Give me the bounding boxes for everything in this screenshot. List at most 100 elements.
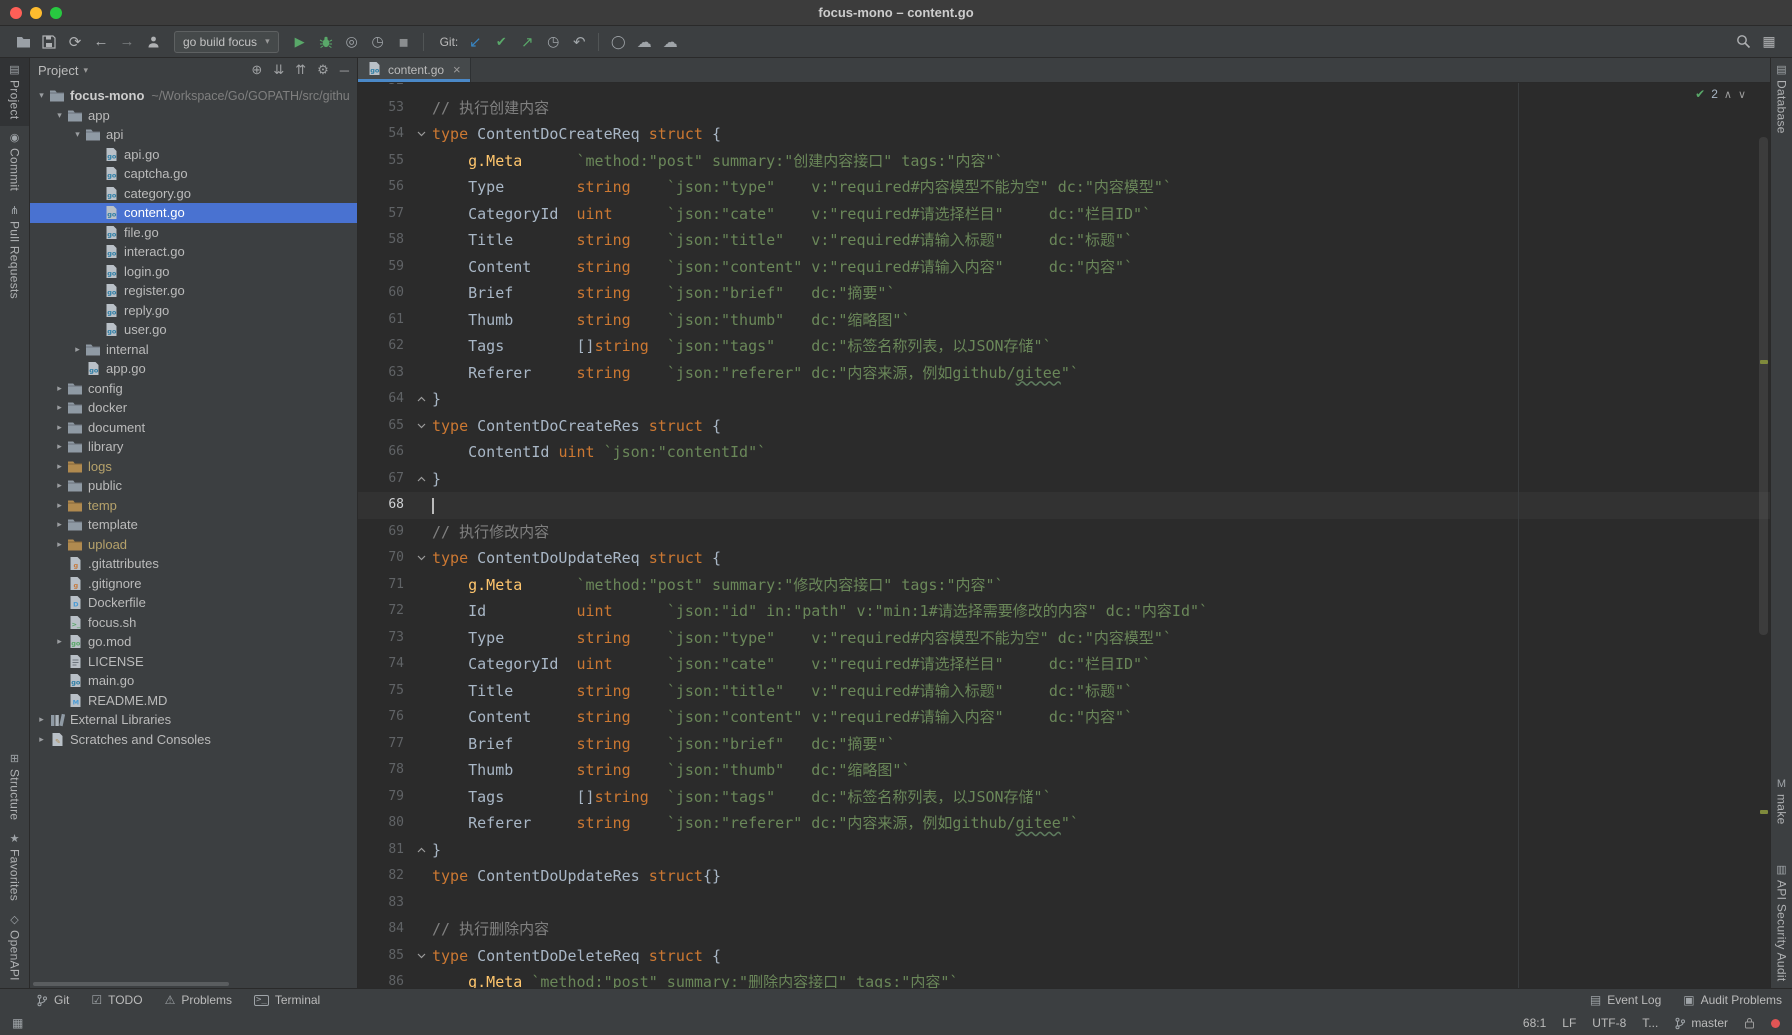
git-rollback-icon[interactable]: ↶ [566,30,592,54]
toolwindow-event-log[interactable]: ▤Event Log [1590,993,1661,1007]
code-line-61[interactable]: 61 Thumb string `json:"thumb" dc:"缩略图"` [358,307,1770,334]
toolwindow-openapi[interactable]: ◇OpenAPI [0,908,29,988]
git-history-icon[interactable]: ◷ [540,30,566,54]
line-number[interactable]: 83 [358,890,410,917]
line-number[interactable]: 74 [358,651,410,678]
tree-item-internal[interactable]: ▸internal [30,340,357,360]
line-number[interactable]: 59 [358,254,410,281]
line-number[interactable]: 57 [358,201,410,228]
tree-item-dockerfile[interactable]: DDockerfile [30,593,357,613]
tree-item-document[interactable]: ▸document [30,418,357,438]
tree-item-file-go[interactable]: gofile.go [30,223,357,243]
chevron-collapsed-icon[interactable]: ▸ [52,500,67,511]
line-number[interactable]: 69 [358,519,410,546]
fold-marker-icon[interactable] [410,121,432,148]
toolwindow-audit-problems[interactable]: ▣Audit Problems [1683,993,1782,1007]
write-access-icon[interactable] [1744,1017,1755,1029]
fold-marker-icon[interactable] [410,386,432,413]
tree-item-captcha-go[interactable]: gocaptcha.go [30,164,357,184]
code-line-82[interactable]: 82type ContentDoUpdateRes struct{} [358,863,1770,890]
line-number[interactable]: 71 [358,572,410,599]
hide-panel-icon[interactable]: ─ [340,63,349,78]
tree-item-focus-mono[interactable]: ▾focus-mono~/Workspace/Go/GOPATH/src/git… [30,86,357,106]
toolwindow-todo[interactable]: ☑TODO [91,993,142,1007]
code-line-54[interactable]: 54type ContentDoCreateReq struct { [358,121,1770,148]
tree-item-interact-go[interactable]: gointeract.go [30,242,357,262]
fold-marker-icon[interactable] [410,466,432,493]
line-number[interactable]: 67 [358,466,410,493]
line-number[interactable]: 56 [358,174,410,201]
toolwindow-structure[interactable]: ⊞Structure [0,747,29,827]
tree-item-docker[interactable]: ▸docker [30,398,357,418]
tree-item-app-go[interactable]: goapp.go [30,359,357,379]
toolwindow-make[interactable]: Mmake [1771,772,1792,832]
previous-problem-icon[interactable]: ∧ [1724,88,1732,101]
project-view-selector[interactable]: Project [38,63,78,78]
stop-button[interactable]: ◼ [391,30,417,54]
toolwindow-problems[interactable]: ⚠Problems [165,993,232,1007]
tree-item-user-go[interactable]: gouser.go [30,320,357,340]
toolwindow-terminal[interactable]: >_Terminal [254,993,320,1007]
line-number[interactable]: 52 [358,83,410,95]
code-line-58[interactable]: 58 Title string `json:"title" v:"require… [358,227,1770,254]
chevron-expanded-icon[interactable]: ▾ [70,129,85,140]
chevron-collapsed-icon[interactable]: ▸ [70,344,85,355]
profiler-button[interactable]: ◷ [365,30,391,54]
fold-marker-icon[interactable] [410,413,432,440]
code-line-68[interactable]: 68 [358,492,1770,519]
toolwindow-project[interactable]: ▤Project [0,58,29,126]
code-line-81[interactable]: 81} [358,837,1770,864]
project-tree-scrollbar[interactable] [33,982,229,986]
cwm-icon[interactable]: ◯ [605,30,631,54]
fold-marker-icon[interactable] [410,545,432,572]
cloud-upload-icon[interactable]: ☁ [657,30,683,54]
line-number[interactable]: 62 [358,333,410,360]
line-number[interactable]: 81 [358,837,410,864]
collapse-all-icon[interactable]: ⇈ [295,62,306,78]
toolwindow-commit[interactable]: ◉Commit [0,126,29,198]
tree-item-reply-go[interactable]: goreply.go [30,301,357,321]
code-line-80[interactable]: 80 Referer string `json:"referer" dc:"内容… [358,810,1770,837]
code-line-59[interactable]: 59 Content string `json:"content" v:"req… [358,254,1770,281]
code-line-71[interactable]: 71 g.Meta `method:"post" summary:"修改内容接口… [358,572,1770,599]
toolwindow-switcher-icon[interactable]: ▦ [12,1016,23,1030]
toolwindow-favorites[interactable]: ★Favorites [0,827,29,908]
code-line-69[interactable]: 69// 执行修改内容 [358,519,1770,546]
tree-item-go-mod[interactable]: ▸gogo.mod [30,632,357,652]
run-configuration-select[interactable]: go build focus ▾ [174,31,279,53]
synchronize-icon[interactable]: ⟳ [62,30,88,54]
layout-icon[interactable]: ▦ [1756,30,1782,54]
git-commit-icon[interactable]: ✔ [488,30,514,54]
code-line-72[interactable]: 72 Id uint `json:"id" in:"path" v:"min:1… [358,598,1770,625]
chevron-collapsed-icon[interactable]: ▸ [52,383,67,394]
line-number[interactable]: 75 [358,678,410,705]
line-number[interactable]: 78 [358,757,410,784]
code-line-77[interactable]: 77 Brief string `json:"brief" dc:"摘要"` [358,731,1770,758]
chevron-collapsed-icon[interactable]: ▸ [34,714,49,725]
line-number[interactable]: 85 [358,943,410,970]
tree-item-public[interactable]: ▸public [30,476,357,496]
line-number[interactable]: 63 [358,360,410,387]
line-number[interactable]: 73 [358,625,410,652]
cloud-download-icon[interactable]: ☁ [631,30,657,54]
save-all-icon[interactable] [36,30,62,54]
tree-item-content-go[interactable]: gocontent.go [30,203,357,223]
code-line-64[interactable]: 64} [358,386,1770,413]
chevron-collapsed-icon[interactable]: ▸ [52,636,67,647]
chevron-collapsed-icon[interactable]: ▸ [52,480,67,491]
chevron-collapsed-icon[interactable]: ▸ [52,461,67,472]
code-line-52[interactable]: 52 [358,83,1770,95]
code-line-86[interactable]: 86 g.Meta `method:"post" summary:"删除内容接口… [358,969,1770,988]
chevron-collapsed-icon[interactable]: ▸ [52,402,67,413]
notifications-icon[interactable] [1771,1019,1780,1028]
code-line-70[interactable]: 70type ContentDoUpdateReq struct { [358,545,1770,572]
line-number[interactable]: 86 [358,969,410,988]
editor-scrollbar[interactable] [1757,83,1770,988]
locate-file-icon[interactable]: ⊕ [251,62,262,78]
tree-item-library[interactable]: ▸library [30,437,357,457]
code-line-83[interactable]: 83 [358,890,1770,917]
line-number[interactable]: 60 [358,280,410,307]
code-line-65[interactable]: 65type ContentDoCreateRes struct { [358,413,1770,440]
tree-item-logs[interactable]: ▸logs [30,457,357,477]
tree-item-gitattributes[interactable]: g.gitattributes [30,554,357,574]
